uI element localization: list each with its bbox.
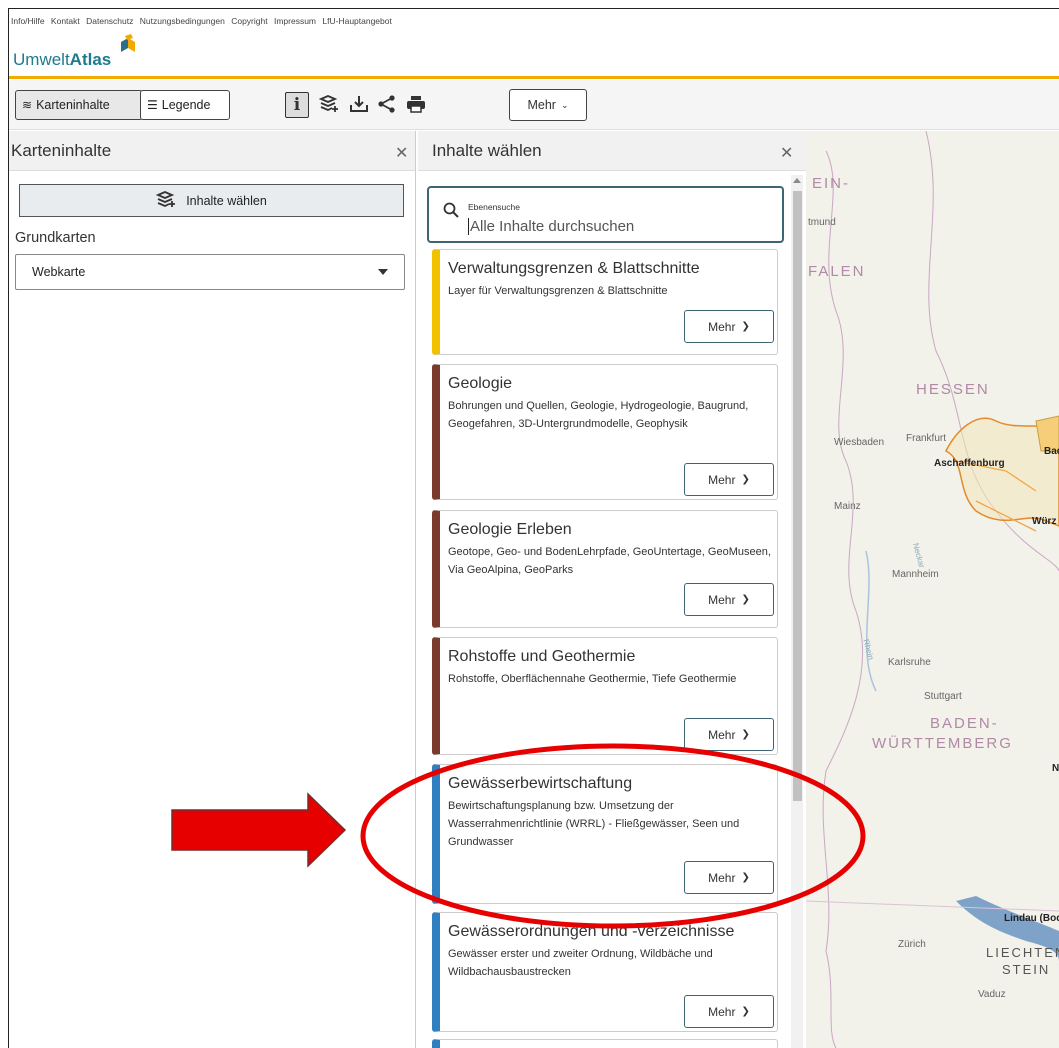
map-city-label: Wiesbaden (834, 437, 885, 448)
chevron-down-icon: ❯ (741, 1006, 750, 1017)
chevron-down-icon: ⌄ (560, 99, 569, 110)
link-lfu[interactable]: LfU-Hauptangebot (322, 16, 391, 26)
link-copyright[interactable]: Copyright (231, 16, 267, 26)
search-icon (443, 202, 459, 223)
grundkarten-label: Grundkarten (15, 230, 96, 246)
chevron-down-icon: ❯ (741, 321, 750, 332)
link-kontakt[interactable]: Kontakt (51, 16, 80, 26)
scroll-up-arrow-icon[interactable] (793, 178, 801, 183)
card-title: Geologie Erleben (448, 521, 572, 538)
card-mehr-button[interactable]: Mehr ❯ (684, 718, 774, 751)
map-city-label: N (1052, 763, 1059, 774)
inhalte-waehlen-panel-header: Inhalte wählen (418, 131, 806, 171)
top-links: Info/Hilfe Kontakt Datenschutz Nutzungsb… (11, 16, 396, 26)
map-city-label: Karlsruhe (888, 657, 931, 668)
map-city-label: Vaduz (978, 989, 1006, 1000)
card-description: Layer für Verwaltungsgrenzen & Blattschn… (448, 285, 668, 297)
link-nutzungsbedingungen[interactable]: Nutzungsbedingungen (140, 16, 225, 26)
map-view[interactable]: EIN- tmund FALEN HESSEN Wiesbaden Frankf… (806, 131, 1059, 1048)
category-card-gewaesserbewirtschaftung[interactable]: Gewässerbewirtschaftung Bewirtschaftungs… (432, 764, 778, 904)
map-region-label: WÜRTTEMBERG (872, 735, 1013, 752)
map-city-label: Mainz (834, 501, 861, 512)
card-description: Bewirtschaftungsplanung bzw. Umsetzung d… (448, 800, 740, 848)
panel-title: Inhalte wählen (432, 140, 542, 160)
logo-mark-icon (121, 34, 135, 52)
scrollbar-thumb[interactable] (793, 191, 802, 801)
card-description: Geotope, Geo- und BodenLehrpfade, GeoUnt… (448, 546, 771, 576)
card-mehr-button[interactable]: Mehr ❯ (684, 310, 774, 343)
layers-icon: ≋ (22, 98, 33, 112)
category-card-rohstoffe[interactable]: Rohstoffe und Geothermie Rohstoffe, Ober… (432, 637, 778, 755)
card-mehr-button[interactable]: Mehr ❯ (684, 861, 774, 894)
umweltatlas-logo[interactable]: UmweltAtlas (13, 50, 111, 70)
add-layer-icon[interactable] (317, 92, 341, 116)
karteninhalte-panel-header: Karteninhalte (9, 131, 415, 171)
map-city-label: Stuttgart (924, 691, 962, 702)
toolbar-mehr-button[interactable]: Mehr ⌄ (509, 89, 587, 121)
map-region-label: HESSEN (916, 381, 990, 398)
panel-title: Karteninhalte (11, 140, 112, 160)
card-title: Gewässerbewirtschaftung (448, 775, 633, 792)
category-card-partial[interactable] (432, 1039, 778, 1048)
card-description: Bohrungen und Quellen, Geologie, Hydroge… (448, 400, 749, 430)
link-info[interactable]: Info/Hilfe (11, 16, 45, 26)
map-region-label: LIECHTEN (986, 945, 1059, 960)
panel-scrollbar[interactable] (791, 175, 803, 1048)
inhalte-waehlen-panel: Inhalte wählen ✕ Ebenensuche Alle Inhalt… (418, 131, 806, 1048)
karteninhalte-panel: Karteninhalte ✕ Inhalte wählen Grundkart… (9, 131, 416, 1048)
card-description: Gewässer erster und zweiter Ordnung, Wil… (448, 948, 713, 978)
category-card-gewaesserordnungen[interactable]: Gewässerordnungen und -verzeichnisse Gew… (432, 912, 778, 1032)
map-region-label: EIN- (812, 175, 850, 192)
card-mehr-button[interactable]: Mehr ❯ (684, 995, 774, 1028)
link-datenschutz[interactable]: Datenschutz (86, 16, 133, 26)
map-region-label: FALEN (808, 263, 866, 280)
map-city-label: Würz (1032, 516, 1057, 527)
inhalte-waehlen-button[interactable]: Inhalte wählen (19, 184, 404, 217)
map-city-label: tmund (808, 217, 836, 228)
print-icon[interactable] (404, 92, 428, 116)
search-label: Ebenensuche (468, 202, 520, 212)
map-region-label: BADEN- (930, 715, 999, 732)
share-icon[interactable] (375, 92, 399, 116)
chevron-down-icon: ❯ (741, 594, 750, 605)
card-description: Rohstoffe, Oberflächennahe Geothermie, T… (448, 673, 737, 685)
add-layer-icon (155, 190, 176, 211)
category-card-geologie-erleben[interactable]: Geologie Erleben Geotope, Geo- und Boden… (432, 510, 778, 628)
caret-down-icon (378, 269, 388, 275)
map-city-label: Mannheim (892, 569, 939, 580)
map-city-label: Aschaffenburg (934, 458, 1005, 469)
card-title: Gewässerordnungen und -verzeichnisse (448, 923, 735, 940)
map-city-label: Bad (1044, 446, 1059, 457)
map-city-label: Frankfurt (906, 433, 947, 444)
map-city-label: Lindau (Boden (1004, 913, 1059, 924)
info-icon[interactable]: i (285, 92, 309, 118)
category-card-verwaltungsgrenzen[interactable]: Verwaltungsgrenzen & Blattschnitte Layer… (432, 249, 778, 355)
card-title: Rohstoffe und Geothermie (448, 648, 636, 665)
list-icon: ☰ (147, 98, 158, 112)
chevron-down-icon: ❯ (741, 729, 750, 740)
map-region-label: STEIN (1002, 962, 1051, 977)
basemap-select[interactable]: Webkarte (15, 254, 405, 290)
card-title: Geologie (448, 375, 513, 392)
map-city-label: Zürich (898, 939, 926, 950)
chevron-down-icon: ❯ (741, 872, 750, 883)
close-icon[interactable]: ✕ (780, 143, 793, 163)
toolbar: ≋ Karteninhalte ☰ Legende i Mehr ⌄ (9, 80, 1059, 130)
karteninhalte-button[interactable]: ≋ Karteninhalte (15, 90, 143, 120)
category-card-geologie[interactable]: Geologie Bohrungen und Quellen, Geologie… (432, 364, 778, 500)
search-placeholder: Alle Inhalte durchsuchen (468, 218, 635, 235)
close-icon[interactable]: ✕ (395, 143, 408, 163)
accent-bar (9, 76, 1059, 79)
legende-button[interactable]: ☰ Legende (140, 90, 230, 120)
card-title: Verwaltungsgrenzen & Blattschnitte (448, 260, 700, 277)
link-impressum[interactable]: Impressum (274, 16, 316, 26)
search-input[interactable]: Ebenensuche Alle Inhalte durchsuchen (427, 186, 784, 243)
card-mehr-button[interactable]: Mehr ❯ (684, 463, 774, 496)
chevron-down-icon: ❯ (741, 474, 750, 485)
card-mehr-button[interactable]: Mehr ❯ (684, 583, 774, 616)
download-icon[interactable] (347, 92, 371, 116)
